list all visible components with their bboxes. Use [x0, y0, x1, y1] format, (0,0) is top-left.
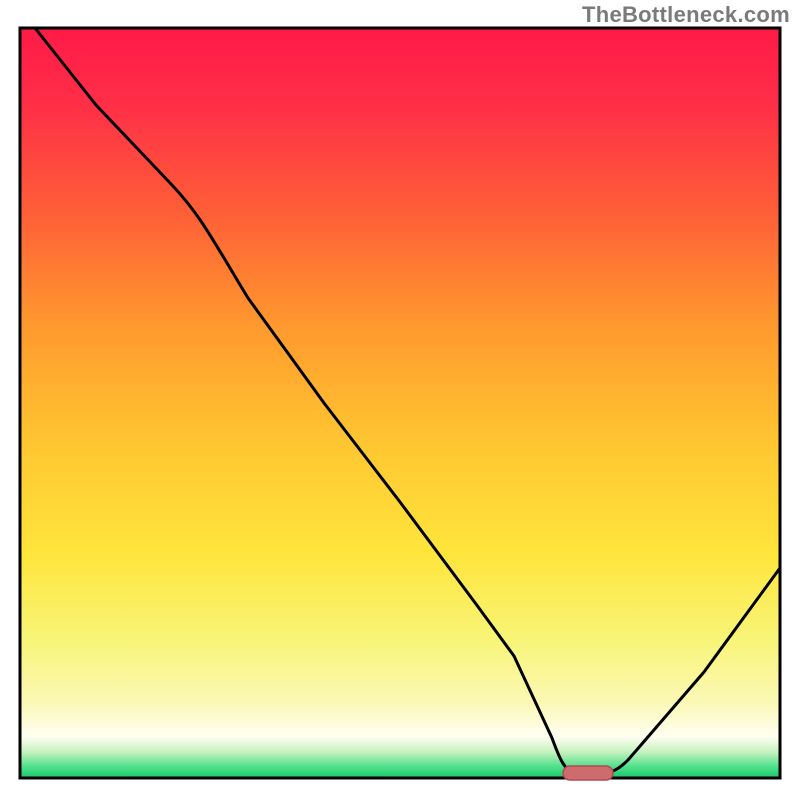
bottleneck-chart — [0, 0, 800, 800]
watermark-text: TheBottleneck.com — [582, 2, 790, 28]
plot-area — [20, 28, 780, 780]
optimum-marker — [563, 766, 613, 780]
